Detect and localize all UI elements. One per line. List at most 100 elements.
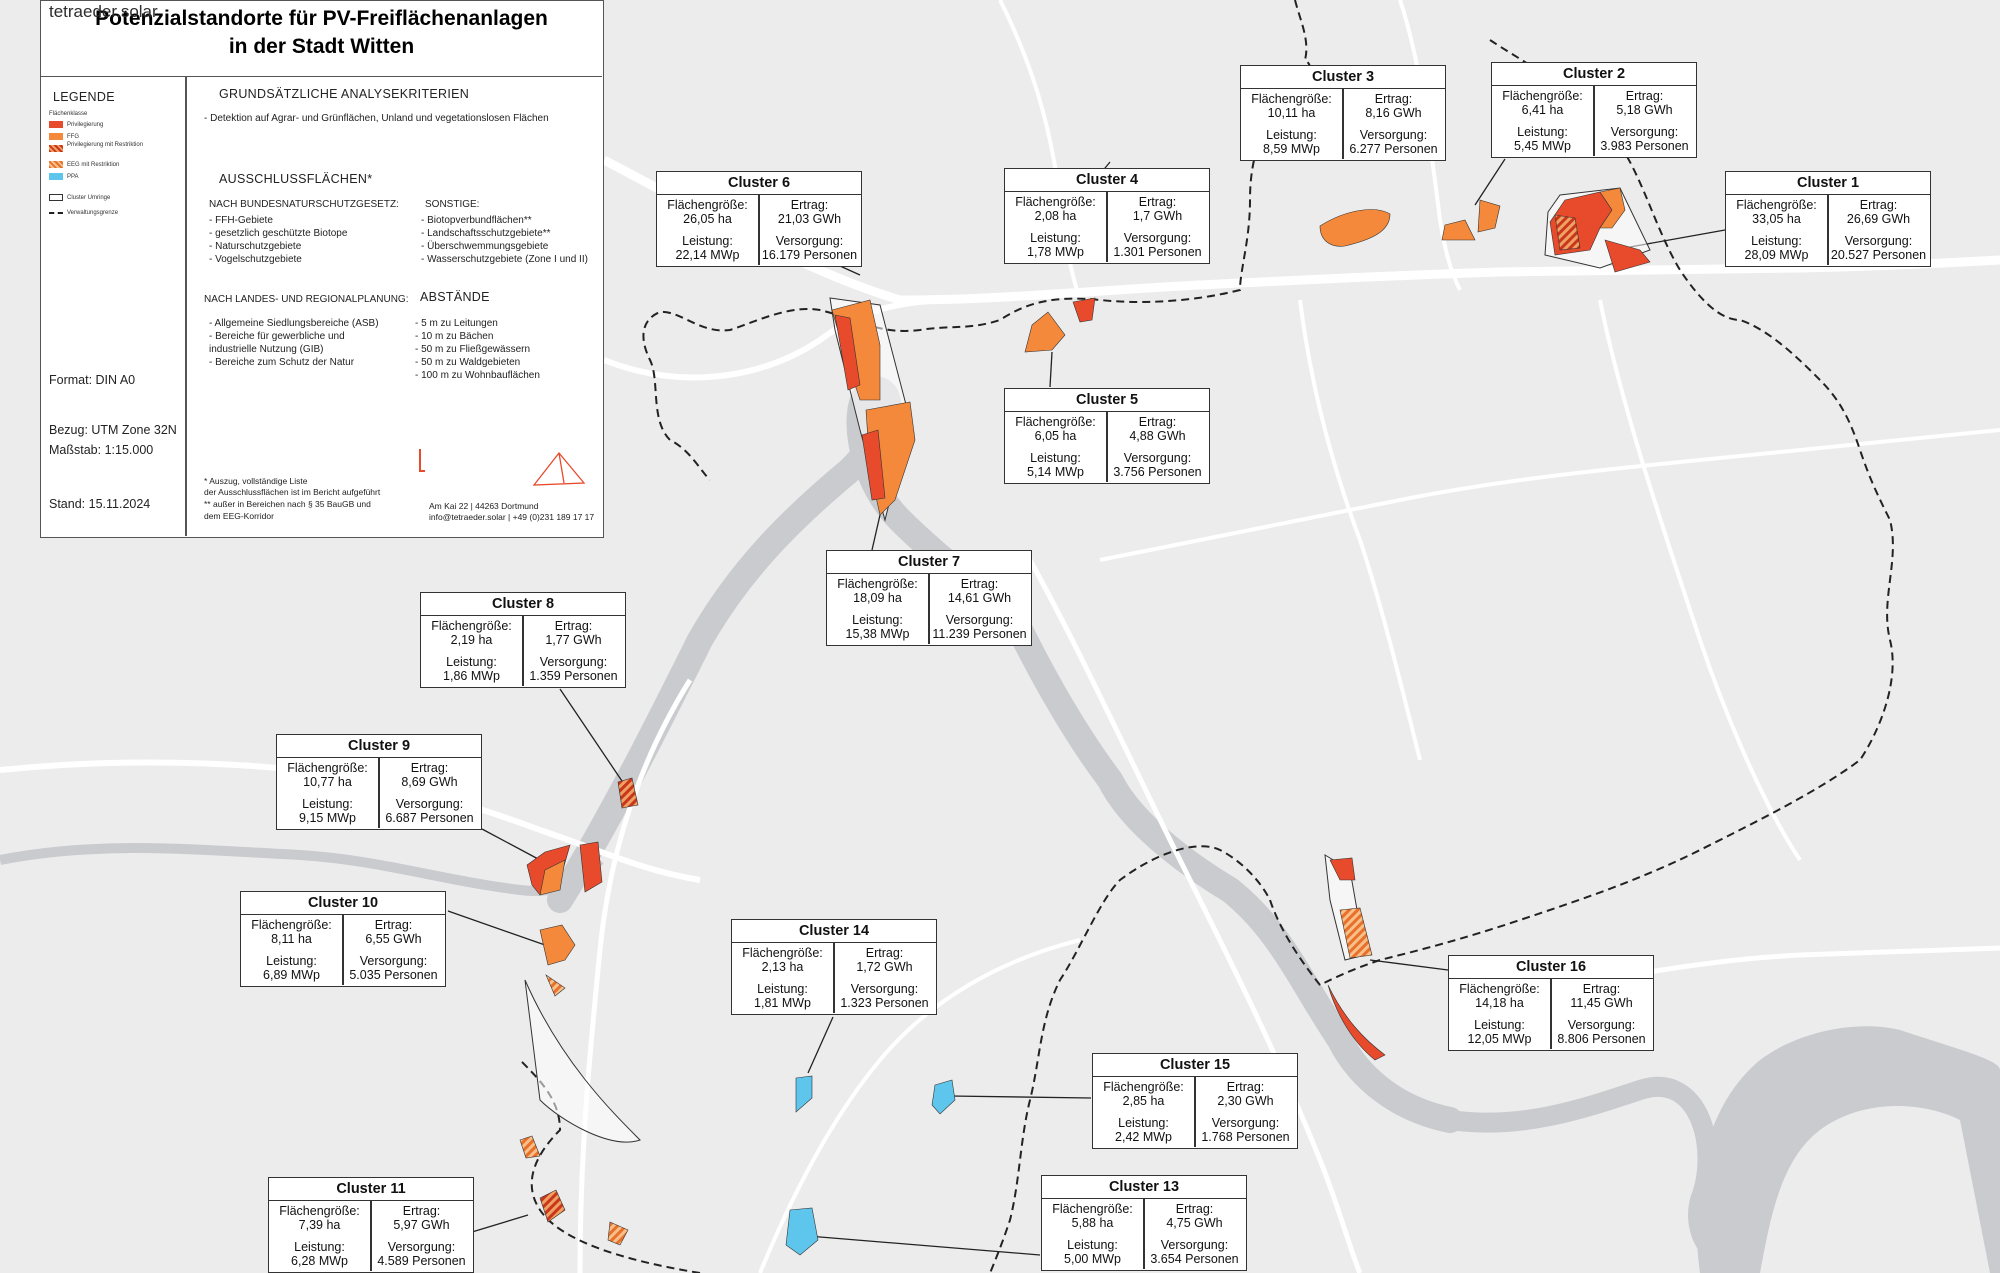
yield-value: 5,97 GWh <box>393 1218 450 1232</box>
cluster-box-11[interactable]: Cluster 11 Flächengröße: 7,39 ha Leistun… <box>268 1177 474 1273</box>
cluster-name: Cluster 15 <box>1093 1054 1297 1077</box>
yield-value: 1,7 GWh <box>1132 209 1183 223</box>
leader-cluster-16 <box>1369 959 1449 971</box>
supply-label: Versorgung: <box>387 1240 456 1254</box>
cluster-name: Cluster 5 <box>1005 389 1209 412</box>
supply-value: 1.301 Personen <box>1113 245 1202 259</box>
supply-label: Versorgung: <box>1160 1238 1229 1252</box>
power-label: Leistung: <box>1118 1116 1169 1130</box>
cluster-box-8[interactable]: Cluster 8 Flächengröße: 2,19 ha Leistung… <box>420 592 626 688</box>
cluster-box-15[interactable]: Cluster 15 Flächengröße: 2,85 ha Leistun… <box>1092 1053 1298 1149</box>
area-label: Flächengröße: <box>287 761 368 775</box>
power-label: Leistung: <box>1030 231 1081 245</box>
cluster-name: Cluster 1 <box>1726 172 1930 195</box>
power-value: 6,28 MWp <box>291 1254 348 1268</box>
supply-label: Versorgung: <box>850 982 919 996</box>
power-value: 2,42 MWp <box>1115 1130 1172 1144</box>
area-value: 7,39 ha <box>298 1218 341 1232</box>
supply-label: Versorgung: <box>539 655 608 669</box>
cluster-box-7[interactable]: Cluster 7 Flächengröße: 18,09 ha Leistun… <box>826 550 1032 646</box>
area-value: 6,05 ha <box>1034 429 1077 443</box>
cluster-14-area <box>795 1075 813 1113</box>
supply-value: 16.179 Personen <box>761 248 858 262</box>
cluster-name: Cluster 16 <box>1449 956 1653 979</box>
supply-label: Versorgung: <box>359 954 428 968</box>
cluster-name: Cluster 6 <box>657 172 861 195</box>
cluster-box-4[interactable]: Cluster 4 Flächengröße: 2,08 ha Leistung… <box>1004 168 1210 264</box>
cluster-3-area <box>1319 209 1391 247</box>
yield-value: 11,45 GWh <box>1570 996 1633 1010</box>
cluster-10-area <box>539 924 576 966</box>
area-label: Flächengröße: <box>1251 92 1332 106</box>
area-value: 10,77 ha <box>303 775 352 789</box>
supply-value: 11.239 Personen <box>932 627 1027 641</box>
cluster-16-area-c <box>1327 984 1386 1061</box>
area-value: 5,88 ha <box>1071 1216 1114 1230</box>
cluster-box-6[interactable]: Cluster 6 Flächengröße: 26,05 ha Leistun… <box>656 171 862 267</box>
yield-value: 1,72 GWh <box>856 960 913 974</box>
power-value: 1,78 MWp <box>1027 245 1084 259</box>
cluster-box-5[interactable]: Cluster 5 Flächengröße: 6,05 ha Leistung… <box>1004 388 1210 484</box>
area-label: Flächengröße: <box>667 198 748 212</box>
area-value: 18,09 ha <box>853 591 902 605</box>
cluster-name: Cluster 14 <box>732 920 936 943</box>
power-value: 5,14 MWp <box>1027 465 1084 479</box>
power-label: Leistung: <box>302 797 353 811</box>
supply-label: Versorgung: <box>775 234 844 248</box>
supply-label: Versorgung: <box>1123 451 1192 465</box>
area-value: 2,85 ha <box>1122 1094 1165 1108</box>
cluster-10-area-hatched <box>545 974 566 997</box>
power-label: Leistung: <box>852 613 903 627</box>
area-value: 2,19 ha <box>450 633 493 647</box>
area-value: 8,11 ha <box>271 932 312 946</box>
yield-label: Ertrag: <box>1138 195 1177 209</box>
cluster-2-area-b <box>1477 199 1501 233</box>
yield-value: 5,18 GWh <box>1616 103 1673 117</box>
cluster-box-10[interactable]: Cluster 10 Flächengröße: 8,11 ha Leistun… <box>240 891 446 987</box>
cluster-box-14[interactable]: Cluster 14 Flächengröße: 2,13 ha Leistun… <box>731 919 937 1015</box>
power-label: Leistung: <box>757 982 808 996</box>
yield-label: Ertrag: <box>1138 415 1177 429</box>
cluster-name: Cluster 11 <box>269 1178 473 1201</box>
power-value: 12,05 MWp <box>1467 1032 1532 1046</box>
supply-label: Versorgung: <box>1844 234 1913 248</box>
area-label: Flächengröße: <box>837 577 918 591</box>
area-label: Flächengröße: <box>251 918 332 932</box>
area-value: 10,11 ha <box>1267 106 1316 120</box>
area-label: Flächengröße: <box>1459 982 1540 996</box>
area-label: Flächengröße: <box>1736 198 1817 212</box>
supply-value: 6.277 Personen <box>1349 142 1438 156</box>
supply-label: Versorgung: <box>1359 128 1428 142</box>
supply-value: 1.768 Personen <box>1201 1130 1290 1144</box>
yield-label: Ertrag: <box>865 946 904 960</box>
yield-value: 21,03 GWh <box>777 212 842 226</box>
power-value: 6,89 MWp <box>263 968 320 982</box>
cluster-box-3[interactable]: Cluster 3 Flächengröße: 10,11 ha Leistun… <box>1240 65 1446 161</box>
area-value: 26,05 ha <box>683 212 732 226</box>
cluster-box-1[interactable]: Cluster 1 Flächengröße: 33,05 ha Leistun… <box>1725 171 1931 267</box>
area-value: 2,13 ha <box>761 960 804 974</box>
leader-cluster-13 <box>807 1235 1041 1256</box>
area-label: Flächengröße: <box>279 1204 360 1218</box>
cluster-box-16[interactable]: Cluster 16 Flächengröße: 14,18 ha Leistu… <box>1448 955 1654 1051</box>
yield-label: Ertrag: <box>402 1204 441 1218</box>
supply-value: 5.035 Personen <box>349 968 438 982</box>
cluster-box-13[interactable]: Cluster 13 Flächengröße: 5,88 ha Leistun… <box>1041 1175 1247 1271</box>
power-label: Leistung: <box>294 1240 345 1254</box>
power-label: Leistung: <box>446 655 497 669</box>
yield-label: Ertrag: <box>1374 92 1413 106</box>
cluster-box-2[interactable]: Cluster 2 Flächengröße: 6,41 ha Leistung… <box>1491 62 1697 158</box>
cluster-name: Cluster 4 <box>1005 169 1209 192</box>
power-value: 15,38 MWp <box>845 627 910 641</box>
cluster-name: Cluster 3 <box>1241 66 1445 89</box>
supply-label: Versorgung: <box>1567 1018 1636 1032</box>
cluster-2-area-a <box>1441 219 1476 241</box>
cluster-5-area <box>1024 311 1066 353</box>
leader-cluster-11 <box>471 1214 529 1233</box>
cluster-box-9[interactable]: Cluster 9 Flächengröße: 10,77 ha Leistun… <box>276 734 482 830</box>
cluster-11-area-c <box>607 1221 629 1246</box>
leader-cluster-6 <box>839 265 861 276</box>
cluster-9-area-priv-2 <box>579 841 603 893</box>
yield-label: Ertrag: <box>960 577 999 591</box>
power-value: 5,00 MWp <box>1064 1252 1121 1266</box>
